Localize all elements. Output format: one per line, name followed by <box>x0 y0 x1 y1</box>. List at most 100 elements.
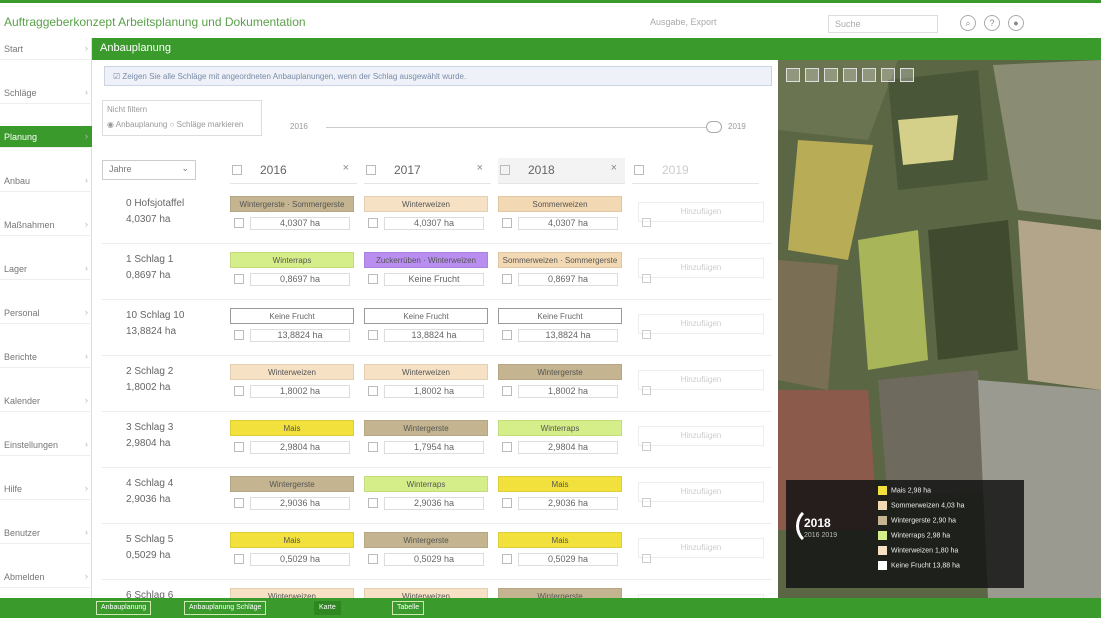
add-crop-placeholder[interactable]: Hinzufügen <box>638 482 764 502</box>
sidebar-item[interactable]: Maßnahmen › <box>0 214 92 236</box>
crop-cell[interactable]: Wintergerste 1,7954 ha <box>364 420 488 460</box>
sidebar-item[interactable]: Lager › <box>0 258 92 280</box>
filter-option-2[interactable]: Schläge markieren <box>177 120 244 129</box>
crop-label[interactable]: Keine Frucht <box>498 308 622 324</box>
crop-label[interactable]: Winterraps <box>498 420 622 436</box>
crop-cell[interactable]: Mais 2,9804 ha <box>230 420 354 460</box>
add-crop-placeholder[interactable]: Hinzufügen <box>638 258 764 278</box>
crop-cell[interactable]: Mais 2,9036 ha <box>498 476 622 516</box>
crop-label[interactable]: Sommerweizen <box>498 196 622 212</box>
crop-label[interactable]: Mais <box>230 420 354 436</box>
crop-label[interactable]: Winterraps <box>230 252 354 268</box>
crop-label[interactable]: Wintergerste <box>498 364 622 380</box>
crop-checkbox[interactable] <box>234 386 244 396</box>
crop-cell[interactable]: Winterweizen 4,0307 ha <box>364 196 488 236</box>
crop-checkbox[interactable] <box>234 554 244 564</box>
add-crop-checkbox[interactable] <box>642 218 651 227</box>
add-crop-placeholder[interactable]: Hinzufügen <box>638 314 764 334</box>
crop-checkbox[interactable] <box>368 386 378 396</box>
year-column-2017[interactable]: 2017 × <box>364 158 491 184</box>
search-input[interactable]: Suche <box>828 15 938 33</box>
year-checkbox[interactable] <box>366 165 376 175</box>
crop-label[interactable]: Keine Frucht <box>230 308 354 324</box>
user-icon[interactable]: ● <box>1008 15 1024 31</box>
sidebar-item[interactable]: Kalender › <box>0 390 92 412</box>
map-tool-button[interactable] <box>805 68 819 82</box>
crop-checkbox[interactable] <box>502 218 512 228</box>
close-icon[interactable]: × <box>477 162 483 174</box>
add-crop-placeholder[interactable]: Hinzufügen <box>638 426 764 446</box>
crop-cell[interactable]: Keine Frucht 13,8824 ha <box>230 308 354 348</box>
add-crop-checkbox[interactable] <box>642 330 651 339</box>
crop-label[interactable]: Winterweizen <box>230 364 354 380</box>
crop-checkbox[interactable] <box>234 274 244 284</box>
year-checkbox[interactable] <box>232 165 242 175</box>
year-checkbox[interactable] <box>634 165 644 175</box>
map-tool-button[interactable] <box>862 68 876 82</box>
map-tool-button[interactable] <box>824 68 838 82</box>
crop-cell[interactable]: Keine Frucht 13,8824 ha <box>364 308 488 348</box>
crop-checkbox[interactable] <box>234 218 244 228</box>
crop-cell[interactable]: Sommerweizen · Sommergerste 0,8697 ha <box>498 252 622 292</box>
crop-label[interactable]: Wintergerste · Sommergerste <box>230 196 354 212</box>
search-icon[interactable]: ⌕ <box>960 15 976 31</box>
slider-track[interactable] <box>326 127 716 128</box>
crop-cell[interactable]: Winterweizen <box>364 588 488 598</box>
sidebar-item[interactable]: Berichte › <box>0 346 92 368</box>
crop-cell[interactable]: Wintergerste 2,9036 ha <box>230 476 354 516</box>
add-crop-placeholder[interactable]: Hinzufügen <box>638 202 764 222</box>
crop-cell[interactable]: Mais 0,5029 ha <box>498 532 622 572</box>
satellite-map[interactable]: 2018 2016 2019 Mais 2,98 ha Sommerweizen … <box>778 60 1101 598</box>
crop-label[interactable]: Mais <box>498 532 622 548</box>
crop-cell[interactable]: Mais 0,5029 ha <box>230 532 354 572</box>
crop-checkbox[interactable] <box>502 554 512 564</box>
help-icon[interactable]: ? <box>984 15 1000 31</box>
crop-cell[interactable]: Winterweizen 1,8002 ha <box>230 364 354 404</box>
filter-option-1[interactable]: Anbauplanung <box>116 120 168 129</box>
map-tool-button[interactable] <box>900 68 914 82</box>
crop-checkbox[interactable] <box>234 442 244 452</box>
crop-checkbox[interactable] <box>368 274 378 284</box>
crop-checkbox[interactable] <box>368 330 378 340</box>
add-crop-checkbox[interactable] <box>642 386 651 395</box>
add-crop-checkbox[interactable] <box>642 274 651 283</box>
year-column-2016[interactable]: 2016 × <box>230 158 357 184</box>
crop-cell[interactable]: Zuckerrüben · Winterweizen Keine Frucht <box>364 252 488 292</box>
crop-checkbox[interactable] <box>502 330 512 340</box>
map-tool-button[interactable] <box>786 68 800 82</box>
tab-tabelle[interactable]: Tabelle <box>392 601 425 615</box>
year-checkbox[interactable] <box>500 165 510 175</box>
crop-label[interactable]: Winterweizen <box>230 588 354 598</box>
crop-checkbox[interactable] <box>368 554 378 564</box>
add-crop-placeholder[interactable]: Hinzufügen <box>638 370 764 390</box>
year-column-2019[interactable]: 2019 <box>632 158 759 184</box>
crop-checkbox[interactable] <box>502 442 512 452</box>
tab-anbauplanung[interactable]: Anbauplanung <box>96 601 152 615</box>
tab-anbauplanung-schlaege[interactable]: Anbauplanung Schläge <box>184 601 267 615</box>
sidebar-item[interactable]: Schläge › <box>0 82 92 104</box>
sidebar-item[interactable]: Start › <box>0 38 92 60</box>
crop-cell[interactable]: Keine Frucht 13,8824 ha <box>498 308 622 348</box>
crop-label[interactable]: Mais <box>498 476 622 492</box>
crop-cell[interactable]: Wintergerste <box>498 588 622 598</box>
year-column-2018[interactable]: 2018 × <box>498 158 625 184</box>
crop-checkbox[interactable] <box>234 498 244 508</box>
crop-label[interactable]: Winterweizen <box>364 588 488 598</box>
crop-label[interactable]: Zuckerrüben · Winterweizen <box>364 252 488 268</box>
sidebar-item[interactable]: Abmelden › <box>0 566 92 588</box>
crop-label[interactable]: Wintergerste <box>364 532 488 548</box>
sidebar-item[interactable]: Benutzer › <box>0 522 92 544</box>
add-crop-checkbox[interactable] <box>642 442 651 451</box>
close-icon[interactable]: × <box>611 162 617 174</box>
filter-option-radio[interactable]: ◉ <box>107 120 116 129</box>
close-icon[interactable]: × <box>343 162 349 174</box>
crop-cell[interactable]: Wintergerste · Sommergerste 4,0307 ha <box>230 196 354 236</box>
crop-label[interactable]: Wintergerste <box>498 588 622 598</box>
sidebar-item[interactable]: Einstellungen › <box>0 434 92 456</box>
crop-cell[interactable]: Winterweizen 1,8002 ha <box>364 364 488 404</box>
crop-label[interactable]: Winterweizen <box>364 364 488 380</box>
crop-cell[interactable]: Wintergerste 1,8002 ha <box>498 364 622 404</box>
year-range-slider[interactable]: 2016 2019 <box>270 121 770 134</box>
crop-label[interactable]: Winterweizen <box>364 196 488 212</box>
crop-checkbox[interactable] <box>368 218 378 228</box>
